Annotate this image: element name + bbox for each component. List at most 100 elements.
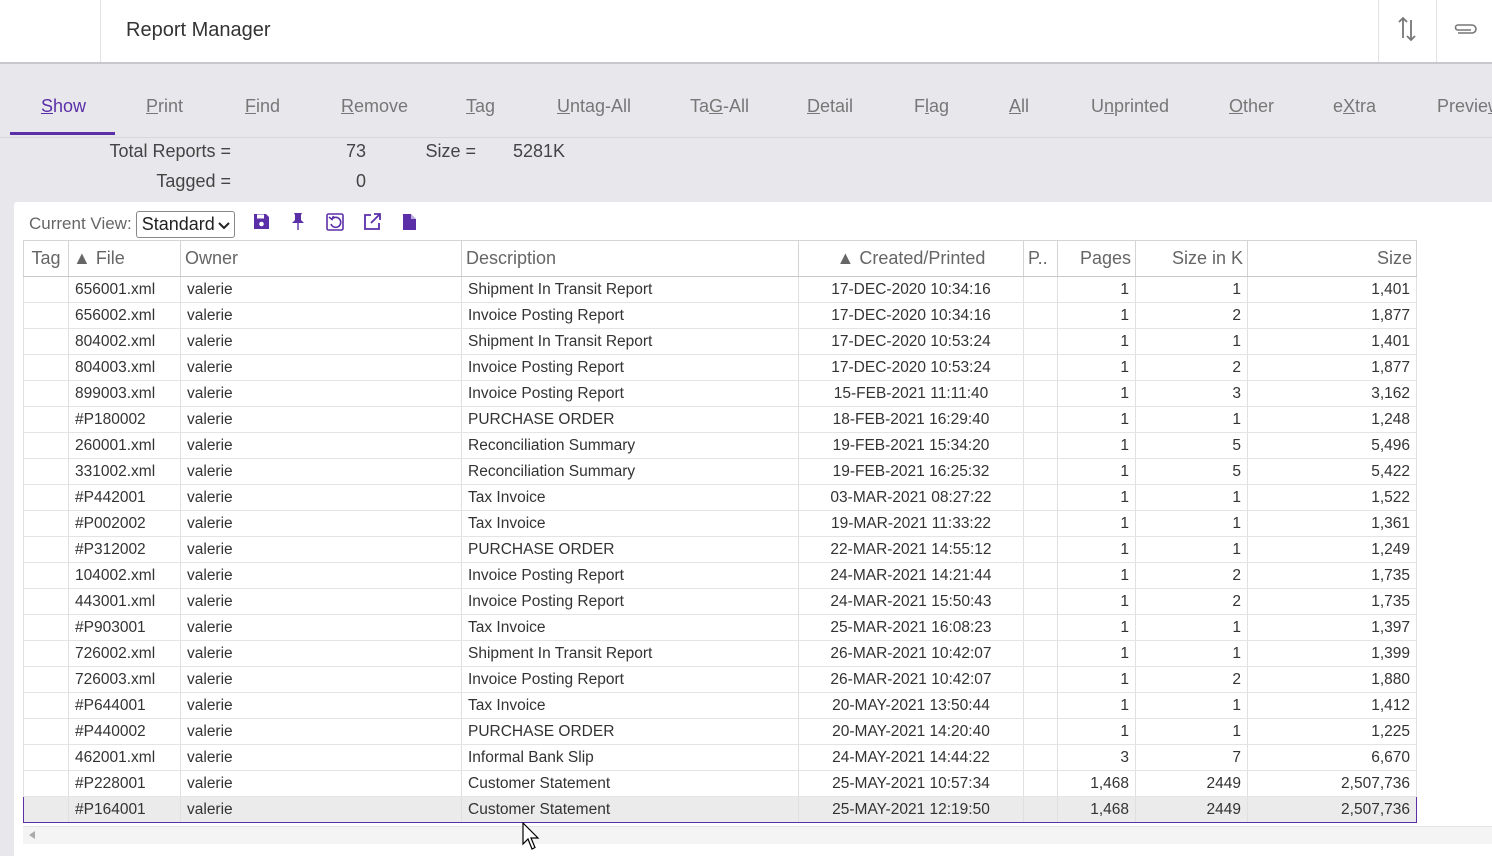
cell-size: 1,361 [1247,510,1417,537]
table-row[interactable]: #P644001 valerie Tax Invoice 20-MAY-2021 13… [23,692,1417,719]
cell-size-k: 2 [1135,302,1248,329]
cell-pages: 1 [1057,380,1136,407]
table-row[interactable]: 443001.xml valerie Invoice Posting Report 2… [23,588,1417,615]
cell-description: Invoice Posting Report [461,562,799,589]
chevron-down-icon [217,214,230,235]
table-row[interactable]: 804002.xml valerie Shipment In Transit Rep… [23,328,1417,355]
cell-description: Customer Statement [461,796,799,823]
table-row[interactable]: #P312002 valerie PURCHASE ORDER 22-MAR-2021… [23,536,1417,563]
column-header-size[interactable]: Size [1247,240,1417,277]
tab-remove[interactable]: Remove [341,96,408,117]
grid-header-row: Tag ▲ File Owner Description ▲ Created/P… [23,240,1417,277]
tab-all[interactable]: All [1009,96,1029,117]
tab-tag[interactable]: Tag [466,96,495,117]
column-header-owner[interactable]: Owner [180,240,462,277]
tab-detail[interactable]: Detail [807,96,853,117]
sort-button[interactable] [1378,0,1435,62]
tab-other[interactable]: Other [1229,96,1274,117]
cell-file: #P440002 [68,718,181,745]
table-row[interactable]: #P164001 valerie Customer Statement 25-MAY-… [23,796,1417,823]
column-header-created-printed[interactable]: ▲ Created/Printed [798,240,1024,277]
cell-size-k: 5 [1135,458,1248,485]
tab-preview[interactable]: Preview [1437,96,1492,117]
cell-size-k: 7 [1135,744,1248,771]
table-row[interactable]: 462001.xml valerie Informal Bank Slip 24-MA… [23,744,1417,771]
cell-pages: 1 [1057,588,1136,615]
cell-file: #P644001 [68,692,181,719]
cell-pages: 1 [1057,458,1136,485]
tab-untag-all[interactable]: Untag-All [557,96,631,117]
cell-description: Tax Invoice [461,614,799,641]
cell-tag [23,302,69,329]
document-button[interactable] [391,210,428,238]
column-header-file[interactable]: ▲ File [68,240,181,277]
app-menu-area[interactable] [0,0,101,62]
cell-file: 656002.xml [68,302,181,329]
cell-p [1023,588,1058,615]
cell-size: 1,880 [1247,666,1417,693]
table-row[interactable]: 260001.xml valerie Reconciliation Summary 1… [23,432,1417,459]
pin-view-button[interactable] [280,210,317,238]
column-header-pages[interactable]: Pages [1057,240,1136,277]
horizontal-scrollbar[interactable] [23,826,1492,844]
cell-size: 1,735 [1247,562,1417,589]
cell-p [1023,614,1058,641]
cell-p [1023,718,1058,745]
tab-extra[interactable]: eXtra [1333,96,1376,117]
column-header-description[interactable]: Description [461,240,799,277]
cell-created: 19-MAR-2021 11:33:22 [798,510,1024,537]
cell-owner: valerie [180,484,462,511]
column-header-printed[interactable]: P.. [1023,240,1058,277]
tab-find[interactable]: Find [245,96,280,117]
cell-size: 1,412 [1247,692,1417,719]
tab-flag[interactable]: Flag [914,96,949,117]
cell-size: 1,735 [1247,588,1417,615]
cell-pages: 3 [1057,744,1136,771]
save-view-button[interactable] [243,210,280,238]
cell-size-k: 1 [1135,718,1248,745]
cell-created: 20-MAY-2021 14:20:40 [798,718,1024,745]
table-row[interactable]: #P002002 valerie Tax Invoice 19-MAR-2021 11… [23,510,1417,537]
column-header-tag[interactable]: Tag [23,240,69,277]
cell-size: 2,507,736 [1247,770,1417,797]
table-row[interactable]: #P440002 valerie PURCHASE ORDER 20-MAY-2021… [23,718,1417,745]
table-row[interactable]: 331002.xml valerie Reconciliation Summary 1… [23,458,1417,485]
cell-file: 462001.xml [68,744,181,771]
table-row[interactable]: 804003.xml valerie Invoice Posting Report 1… [23,354,1417,381]
cell-created: 25-MAY-2021 12:19:50 [798,796,1024,823]
cell-p [1023,692,1058,719]
table-row[interactable]: 726003.xml valerie Invoice Posting Report 2… [23,666,1417,693]
scroll-left-arrow-icon[interactable] [29,831,35,839]
cell-owner: valerie [180,406,462,433]
table-row[interactable]: 726002.xml valerie Shipment In Transit Rep… [23,640,1417,667]
tab-tag-all[interactable]: TaG-All [690,96,749,117]
table-row[interactable]: #P228001 valerie Customer Statement 25-MAY-… [23,770,1417,797]
restore-view-button[interactable] [317,210,354,238]
tab-print[interactable]: Print [146,96,183,117]
export-button[interactable] [354,210,391,238]
table-row[interactable]: 656001.xml valerie Shipment In Transit Rep… [23,276,1417,303]
cell-size: 1,877 [1247,302,1417,329]
cell-description: Invoice Posting Report [461,588,799,615]
table-row[interactable]: #P903001 valerie Tax Invoice 25-MAR-2021 16… [23,614,1417,641]
attachment-button[interactable] [1436,0,1492,62]
tab-show[interactable]: Show [41,96,86,117]
column-header-size-in-k[interactable]: Size in K [1135,240,1248,277]
table-row[interactable]: #P442001 valerie Tax Invoice 03-MAR-2021 08… [23,484,1417,511]
table-row[interactable]: #P180002 valerie PURCHASE ORDER 18-FEB-2021… [23,406,1417,433]
view-select[interactable]: Standard [135,210,235,238]
table-row[interactable]: 104002.xml valerie Invoice Posting Report 2… [23,562,1417,589]
cell-size: 6,670 [1247,744,1417,771]
cell-size-k: 2 [1135,354,1248,381]
cell-tag [23,796,69,823]
size-value: 5281K [512,141,565,161]
cell-tag [23,380,69,407]
cell-description: Tax Invoice [461,484,799,511]
cell-owner: valerie [180,666,462,693]
tab-unprinted[interactable]: Unprinted [1091,96,1169,117]
table-row[interactable]: 656002.xml valerie Invoice Posting Report 1… [23,302,1417,329]
cell-file: #P312002 [68,536,181,563]
cell-description: PURCHASE ORDER [461,536,799,563]
table-row[interactable]: 899003.xml valerie Invoice Posting Report 1… [23,380,1417,407]
cell-file: 726003.xml [68,666,181,693]
